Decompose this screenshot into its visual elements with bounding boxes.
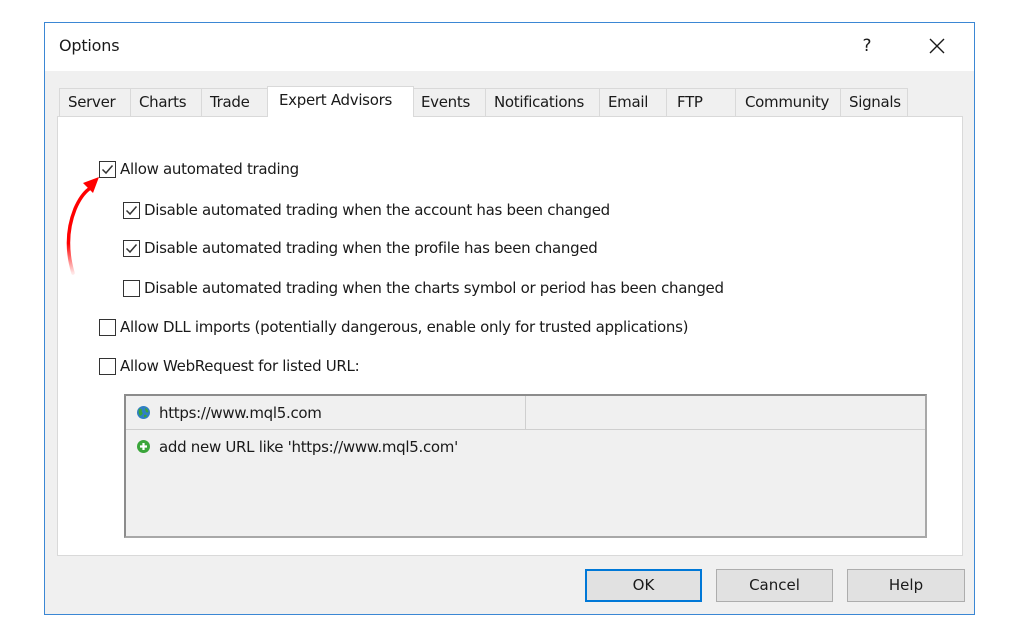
- close-icon: [929, 38, 945, 54]
- checkbox-box[interactable]: [123, 201, 140, 219]
- checkbox-label: Allow automated trading: [120, 160, 299, 178]
- url-text: https://www.mql5.com: [159, 403, 322, 422]
- disable-on-account-change-checkbox[interactable]: Disable automated trading when the accou…: [123, 201, 610, 219]
- tab-charts[interactable]: Charts: [130, 88, 202, 116]
- add-circle-icon: [137, 440, 150, 453]
- help-button[interactable]: Help: [847, 569, 965, 602]
- tab-expert-advisors[interactable]: Expert Advisors: [267, 86, 414, 117]
- checkbox-label: Disable automated trading when the chart…: [144, 279, 724, 297]
- webrequest-url-list[interactable]: https://www.mql5.com add new URL like 'h…: [124, 394, 927, 538]
- checkbox-box[interactable]: [99, 318, 116, 336]
- add-new-url-label: add new URL like 'https://www.mql5.com': [159, 437, 458, 456]
- tab-notifications[interactable]: Notifications: [485, 88, 600, 116]
- red-curved-arrow-icon: [66, 177, 99, 275]
- expert-advisors-panel: Allow automated trading Disable automate…: [57, 116, 963, 556]
- title-bar: Options ?: [45, 23, 974, 71]
- help-title-button[interactable]: ?: [857, 33, 877, 59]
- add-new-url-row[interactable]: add new URL like 'https://www.mql5.com': [126, 430, 925, 463]
- checkbox-box[interactable]: [99, 357, 116, 375]
- allow-webrequest-checkbox[interactable]: Allow WebRequest for listed URL:: [99, 357, 360, 375]
- options-dialog: Options ? Server Charts Trade Expert Adv…: [44, 22, 975, 615]
- tab-events[interactable]: Events: [413, 88, 486, 116]
- checkbox-label: Allow DLL imports (potentially dangerous…: [120, 318, 689, 336]
- column-separator: [525, 396, 526, 429]
- checkmark-icon: [125, 205, 138, 215]
- close-button[interactable]: [923, 33, 951, 61]
- tab-email[interactable]: Email: [599, 88, 667, 116]
- disable-on-profile-change-checkbox[interactable]: Disable automated trading when the profi…: [123, 239, 598, 257]
- checkbox-box[interactable]: [123, 239, 140, 257]
- tab-signals[interactable]: Signals: [840, 88, 908, 116]
- checkmark-icon: [125, 243, 138, 253]
- tab-trade[interactable]: Trade: [201, 88, 268, 116]
- checkbox-box[interactable]: [123, 279, 140, 297]
- tab-ftp[interactable]: FTP: [666, 88, 736, 116]
- checkbox-label: Disable automated trading when the profi…: [144, 239, 598, 257]
- url-list-item[interactable]: https://www.mql5.com: [126, 396, 925, 430]
- cancel-button[interactable]: Cancel: [716, 569, 833, 602]
- tab-community[interactable]: Community: [735, 88, 841, 116]
- window-title: Options: [59, 36, 120, 55]
- disable-on-symbol-change-checkbox[interactable]: Disable automated trading when the chart…: [123, 279, 724, 297]
- checkbox-label: Allow WebRequest for listed URL:: [120, 357, 360, 375]
- allow-automated-trading-checkbox[interactable]: Allow automated trading: [99, 160, 299, 178]
- checkbox-label: Disable automated trading when the accou…: [144, 201, 610, 219]
- globe-icon: [137, 406, 150, 419]
- tab-server[interactable]: Server: [59, 88, 131, 116]
- allow-dll-imports-checkbox[interactable]: Allow DLL imports (potentially dangerous…: [99, 318, 688, 336]
- ok-button[interactable]: OK: [585, 569, 702, 602]
